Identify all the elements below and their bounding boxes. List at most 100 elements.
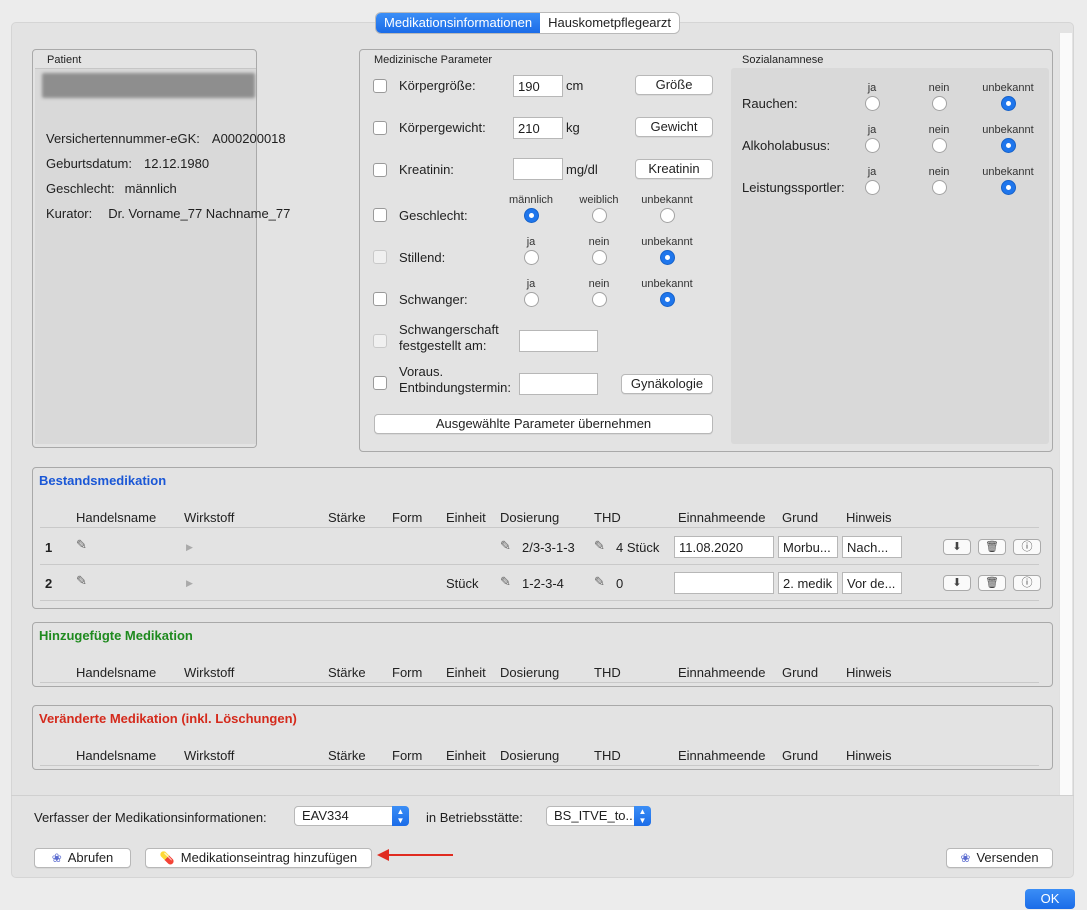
row-grund-input[interactable]: Morbu... — [778, 536, 838, 558]
geschlecht-radio-unbekannt[interactable] — [660, 208, 675, 223]
pencil-icon[interactable]: ✎ — [500, 538, 511, 554]
kreatinin-checkbox[interactable] — [373, 163, 387, 177]
trash-icon[interactable]: 🗑 — [978, 575, 1006, 591]
groesse-button[interactable]: Größe — [635, 75, 713, 95]
stillend-radio-ja[interactable] — [524, 250, 539, 265]
sportler-radio-nein[interactable] — [932, 180, 947, 195]
abrufen-button[interactable]: ❀ Abrufen — [34, 848, 131, 868]
groesse-label: Körpergröße: — [399, 78, 476, 93]
download-icon[interactable]: ⬇ — [943, 539, 971, 555]
kreatinin-button[interactable]: Kreatinin — [635, 159, 713, 179]
divider — [40, 600, 1039, 601]
geschlecht-checkbox[interactable] — [373, 208, 387, 222]
pencil-icon[interactable]: ✎ — [594, 574, 605, 590]
row-einheit: Stück — [446, 576, 479, 591]
download-icon[interactable]: ⬇ — [943, 575, 971, 591]
schwanger-radio-unbekannt[interactable] — [660, 292, 675, 307]
versenden-button[interactable]: ❀ Versenden — [946, 848, 1053, 868]
stillend-radio-nein[interactable] — [592, 250, 607, 265]
divider — [40, 527, 1039, 528]
rauchen-opt-label-0: ja — [867, 82, 877, 94]
row-number: 1 — [45, 540, 53, 555]
groesse-checkbox[interactable] — [373, 79, 387, 93]
geschlecht-radio-weiblich[interactable] — [592, 208, 607, 223]
ok-button[interactable]: OK — [1025, 889, 1075, 909]
annotation-arrow-line — [385, 854, 453, 856]
col-einheit: Einheit — [446, 665, 486, 680]
bestand-title: Bestandsmedikation — [39, 473, 167, 488]
verfasser-select[interactable]: EAV334 ▲ ▼ — [294, 806, 409, 826]
sportler-opt-label-1: nein — [928, 166, 950, 178]
gender-label: Geschlecht: — [46, 181, 115, 196]
medikationseintrag-hinzufuegen-button[interactable]: 💊 Medikationseintrag hinzufügen — [145, 848, 372, 868]
curator-line: Kurator: Dr. Vorname_77 Nachname_77 — [46, 206, 290, 221]
col-thd: THD — [594, 510, 621, 525]
col-form: Form — [392, 665, 423, 680]
row-einnahmeende-input[interactable]: 11.08.2020 — [674, 536, 774, 558]
hinzufuegen-label: Medikationseintrag hinzufügen — [180, 850, 358, 865]
gewicht-input[interactable]: 210 — [513, 117, 563, 139]
alkohol-radio-unbekannt[interactable] — [1001, 138, 1016, 153]
gynaekologie-button[interactable]: Gynäkologie — [621, 374, 713, 394]
pencil-icon[interactable]: ✎ — [594, 538, 605, 554]
verfasser-select-value: EAV334 — [302, 808, 349, 823]
entbindung-label-line1: Voraus. — [399, 364, 444, 379]
tab-hauskometpflegearzt[interactable]: Hauskometpflegearzt — [540, 13, 679, 33]
pencil-icon[interactable]: ✎ — [500, 574, 511, 590]
kreatinin-input[interactable] — [513, 158, 563, 180]
sportler-opt-label-0: ja — [867, 166, 877, 178]
col-dosierung: Dosierung — [500, 665, 560, 680]
alkohol-opt-label-0: ja — [867, 124, 877, 136]
alkohol-label: Alkoholabusus: — [742, 138, 831, 153]
alkohol-radio-ja[interactable] — [865, 138, 880, 153]
schwanger-radio-nein[interactable] — [592, 292, 607, 307]
col-handelsname: Handelsname — [76, 510, 157, 525]
divider — [40, 564, 1039, 565]
sportler-radio-unbekannt[interactable] — [1001, 180, 1016, 195]
gewicht-button[interactable]: Gewicht — [635, 117, 713, 137]
schwanger-radio-ja[interactable] — [524, 292, 539, 307]
annotation-arrow-head — [377, 849, 389, 861]
versenden-label: Versenden — [976, 850, 1039, 865]
gewicht-checkbox[interactable] — [373, 121, 387, 135]
sozial-title: Sozialanamnese — [742, 54, 824, 66]
entbindung-date-input[interactable] — [519, 373, 598, 395]
groesse-input[interactable]: 190 — [513, 75, 563, 97]
schwangerschaft-date-input[interactable] — [519, 330, 598, 352]
schwangerschaft-checkbox[interactable] — [373, 334, 387, 348]
gender-value: männlich — [124, 181, 177, 196]
apply-params-button[interactable]: Ausgewählte Parameter übernehmen — [374, 414, 713, 434]
row-hinweis-input[interactable]: Vor de... — [842, 572, 902, 594]
rauchen-radio-ja[interactable] — [865, 96, 880, 111]
rauchen-radio-nein[interactable] — [932, 96, 947, 111]
betrieb-select-value: BS_ITVE_to... — [554, 808, 637, 823]
betrieb-select[interactable]: BS_ITVE_to... ▲ ▼ — [546, 806, 651, 826]
row-hinweis-input[interactable]: Nach... — [842, 536, 902, 558]
groesse-unit: cm — [566, 78, 584, 93]
col-handelsname: Handelsname — [76, 665, 157, 680]
info-icon[interactable]: ⓘ — [1013, 575, 1041, 591]
rauchen-radio-unbekannt[interactable] — [1001, 96, 1016, 111]
pencil-icon[interactable]: ✎ — [76, 537, 87, 553]
patient-title: Patient — [47, 54, 82, 66]
entbindung-checkbox[interactable] — [373, 376, 387, 390]
alkohol-radio-nein[interactable] — [932, 138, 947, 153]
stillend-checkbox[interactable] — [373, 250, 387, 264]
expand-triangle-icon[interactable]: ▶ — [186, 542, 193, 553]
row-grund-input[interactable]: 2. medik — [778, 572, 838, 594]
geschlecht-radio-maennlich[interactable] — [524, 208, 539, 223]
trash-icon[interactable]: 🗑 — [978, 539, 1006, 555]
tab-medikationsinformationen[interactable]: Medikationsinformationen — [376, 13, 541, 33]
expand-triangle-icon[interactable]: ▶ — [186, 578, 193, 589]
row-einnahmeende-input[interactable] — [674, 572, 774, 594]
schwanger-checkbox[interactable] — [373, 292, 387, 306]
gewicht-label: Körpergewicht: — [399, 120, 486, 135]
scrollbar-track[interactable] — [1059, 33, 1072, 795]
pencil-icon[interactable]: ✎ — [76, 573, 87, 589]
rauchen-opt-label-2: unbekannt — [982, 82, 1034, 94]
row-dosierung: 1-2-3-4 — [522, 576, 564, 591]
stillend-radio-unbekannt[interactable] — [660, 250, 675, 265]
chevron-updown-icon: ▲ ▼ — [392, 806, 409, 826]
sportler-radio-ja[interactable] — [865, 180, 880, 195]
info-icon[interactable]: ⓘ — [1013, 539, 1041, 555]
